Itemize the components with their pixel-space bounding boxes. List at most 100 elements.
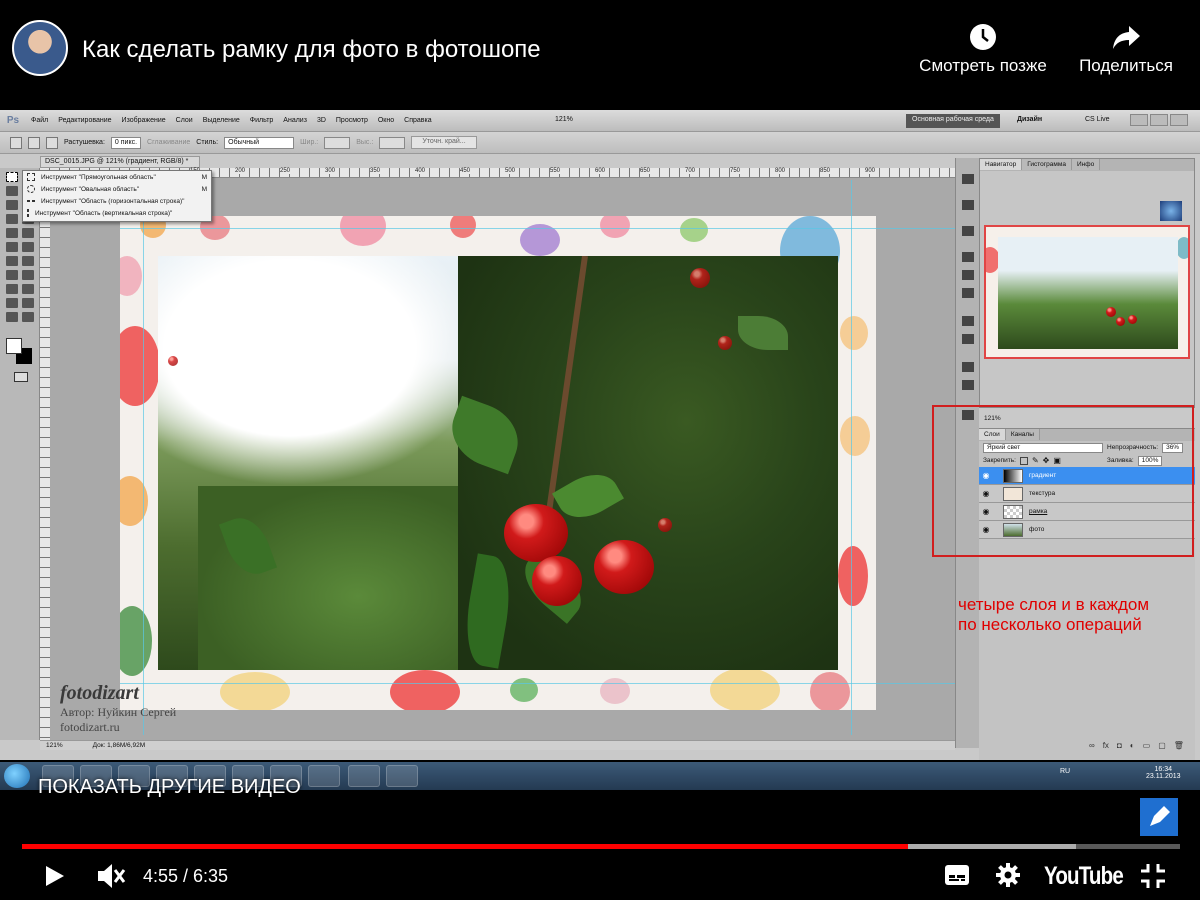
flyout-item-rect-marquee[interactable]: Инструмент "Прямоугольная область" M — [23, 171, 211, 183]
progress-bar[interactable] — [22, 844, 1180, 849]
tool-presets-icon[interactable] — [962, 362, 974, 372]
blur-tool-icon[interactable] — [22, 256, 34, 266]
trash-icon[interactable]: 🗑 — [1174, 741, 1184, 755]
guide-line[interactable] — [120, 228, 955, 229]
foreground-color-swatch[interactable] — [6, 338, 22, 354]
menu-help[interactable]: Справка — [399, 117, 436, 124]
menu-edit[interactable]: Редактирование — [53, 117, 116, 124]
menu-file[interactable]: Файл — [26, 117, 53, 124]
windows-start-icon[interactable] — [4, 764, 30, 788]
taskbar-clock[interactable]: 16:34 23.11.2013 — [1146, 766, 1181, 780]
masks-panel-icon[interactable] — [962, 288, 974, 298]
quick-mask-icon[interactable] — [14, 372, 28, 382]
navigator-preview[interactable] — [984, 225, 1190, 359]
adjustment-layer-icon[interactable]: ◐ — [1130, 741, 1135, 755]
channel-watermark-icon[interactable] — [1140, 798, 1178, 836]
tab-info[interactable]: Инфо — [1071, 159, 1101, 170]
new-selection-icon[interactable] — [28, 136, 40, 149]
video-title[interactable]: Как сделать рамку для фото в фотошопе — [82, 36, 541, 64]
menu-select[interactable]: Выделение — [198, 117, 245, 124]
mute-icon[interactable] — [96, 862, 126, 895]
style-select[interactable]: Обычный — [224, 136, 295, 149]
flyout-item-row-marquee[interactable]: Инструмент "Область (горизонтальная стро… — [23, 195, 211, 207]
maximize-button[interactable] — [1150, 114, 1168, 126]
progress-buffered — [907, 844, 1076, 849]
feather-input[interactable]: 0 пикс. — [110, 136, 142, 149]
vertical-ruler[interactable] — [40, 178, 50, 740]
marquee-preset-icon[interactable] — [10, 136, 22, 149]
menu-window[interactable]: Окно — [373, 117, 399, 124]
paragraph-panel-icon[interactable] — [962, 334, 974, 344]
flyout-item-ellipse-marquee[interactable]: Инструмент "Овальная область" M — [23, 183, 211, 195]
eraser-tool-icon[interactable] — [22, 242, 34, 252]
watch-later-button[interactable]: Смотреть позже — [908, 18, 1058, 76]
actions-panel-icon[interactable] — [962, 200, 974, 210]
new-group-icon[interactable]: ▭ — [1143, 741, 1151, 755]
design-workspace-button[interactable]: Дизайн — [1017, 116, 1042, 123]
minimize-button[interactable] — [1130, 114, 1148, 126]
channel-avatar[interactable] — [12, 20, 68, 76]
menu-layers[interactable]: Слои — [171, 117, 198, 124]
youtube-logo[interactable]: YouTube — [1044, 862, 1124, 891]
tab-navigator[interactable]: Навигатор — [980, 159, 1023, 170]
exit-fullscreen-icon[interactable] — [1140, 863, 1166, 894]
brush-tool-icon[interactable] — [6, 228, 18, 238]
app-taskbar-icon[interactable] — [348, 765, 380, 787]
crop-tool-icon[interactable] — [6, 200, 18, 210]
subtitles-icon[interactable] — [944, 864, 970, 891]
workspace-button[interactable]: Основная рабочая среда — [906, 114, 1000, 128]
hand-tool-icon[interactable] — [6, 312, 18, 322]
menu-analysis[interactable]: Анализ — [278, 117, 312, 124]
type-tool-icon[interactable] — [6, 284, 18, 294]
clone-source-icon[interactable] — [962, 380, 974, 390]
app-taskbar-icon[interactable] — [386, 765, 418, 787]
add-selection-icon[interactable] — [46, 136, 58, 149]
swatches-panel-icon[interactable] — [962, 226, 974, 236]
character-panel-icon[interactable] — [962, 316, 974, 326]
marquee-tool-icon[interactable] — [6, 172, 18, 182]
document-tab[interactable]: DSC_0015.JPG @ 121% (градиент, RGB/8) * — [40, 156, 200, 168]
tab-histogram[interactable]: Гистограмма — [1022, 159, 1072, 170]
lasso-tool-icon[interactable] — [6, 186, 18, 196]
play-icon[interactable] — [42, 864, 66, 893]
history-panel-icon[interactable] — [962, 174, 974, 184]
gradient-tool-icon[interactable] — [6, 256, 18, 266]
language-indicator[interactable]: RU — [1060, 768, 1070, 775]
styles-panel-icon[interactable] — [962, 270, 974, 280]
cs-live-button[interactable]: CS Live — [1085, 116, 1110, 123]
video-player[interactable]: Как сделать рамку для фото в фотошопе См… — [0, 0, 1200, 900]
status-zoom[interactable]: 121% — [46, 742, 63, 749]
more-videos-label[interactable]: ПОКАЗАТЬ ДРУГИЕ ВИДЕО — [38, 776, 301, 799]
dodge-tool-icon[interactable] — [6, 270, 18, 280]
zoom-level-top[interactable]: 121% — [555, 116, 573, 123]
menu-filter[interactable]: Фильтр — [245, 117, 279, 124]
3d-rotate-icon[interactable] — [22, 298, 34, 308]
height-input[interactable] — [379, 136, 406, 149]
menu-3d[interactable]: 3D — [312, 117, 331, 124]
guide-line[interactable] — [120, 683, 955, 684]
pen-tool-icon[interactable] — [22, 270, 34, 280]
adjustments-panel-icon[interactable] — [962, 252, 974, 262]
width-input[interactable] — [324, 136, 351, 149]
guide-line[interactable] — [143, 180, 144, 735]
antialias-checkbox[interactable]: Сглаживание — [147, 139, 190, 146]
settings-gear-icon[interactable] — [995, 862, 1021, 893]
fx-icon[interactable]: fx — [1103, 741, 1109, 755]
shape-tool-icon[interactable] — [6, 298, 18, 308]
new-layer-icon[interactable]: ▢ — [1158, 741, 1166, 755]
history-brush-icon[interactable] — [6, 242, 18, 252]
share-button[interactable]: Поделиться — [1070, 18, 1182, 76]
refine-edge-button[interactable]: Уточн. край... — [411, 136, 477, 149]
zoom-tool-icon[interactable] — [22, 312, 34, 322]
close-button[interactable] — [1170, 114, 1188, 126]
eyedropper-tool-icon[interactable] — [6, 214, 18, 224]
menu-image[interactable]: Изображение — [117, 117, 171, 124]
add-mask-icon[interactable]: ◘ — [1117, 741, 1122, 755]
path-select-icon[interactable] — [22, 284, 34, 294]
guide-line[interactable] — [851, 180, 852, 735]
flyout-item-column-marquee[interactable]: Инструмент "Область (вертикальная строка… — [23, 207, 211, 219]
stamp-tool-icon[interactable] — [22, 228, 34, 238]
app-taskbar-icon[interactable] — [308, 765, 340, 787]
link-layers-icon[interactable]: ∞ — [1089, 741, 1095, 755]
menu-view[interactable]: Просмотр — [331, 117, 373, 124]
